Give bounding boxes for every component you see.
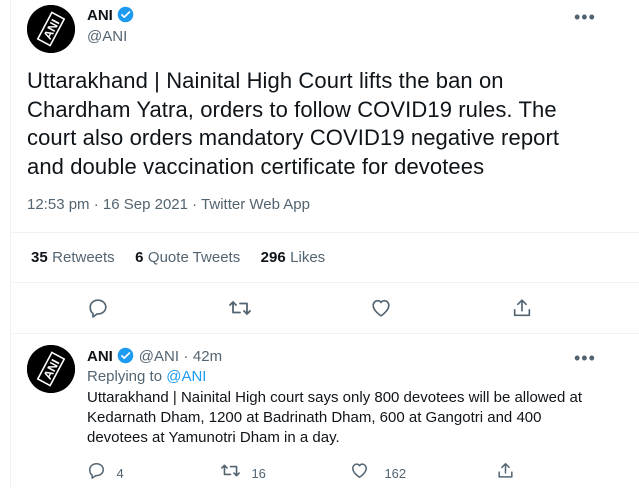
reply-text: Uttarakhand | Nainital High court says o… [87,388,627,448]
tweet-text-line: court also orders mandatory COVID19 nega… [27,125,560,150]
share-icon[interactable] [496,461,515,485]
author-handle[interactable]: @ANI [87,28,127,45]
share-icon[interactable] [511,297,533,324]
divider [11,282,639,283]
divider [11,333,639,334]
like-action[interactable]: 162 [350,461,406,485]
author-line: ANI [87,6,134,28]
tweet-stats: 35 Retweets 6 Quote Tweets 296 Likes [31,249,325,267]
author-avatar[interactable]: ANI [27,5,75,53]
like-count: 162 [384,465,407,481]
tweet-source[interactable]: Twitter Web App [201,196,310,213]
verified-badge-icon [117,347,134,369]
quote-tweets-count: 6 [135,249,144,266]
likes-count: 296 [260,249,286,266]
replying-to: Replying to @ANI [87,367,206,387]
tweet-thread: ANI ANI @ANI ••• Uttarakhand | Nainital … [10,0,639,488]
quote-tweets-stat[interactable]: 6 Quote Tweets [135,249,245,266]
retweet-count: 16 [251,465,266,481]
reply-more-icon[interactable]: ••• [574,349,596,367]
tweet-text: Uttarakhand | Nainital High Court lifts … [27,67,627,181]
reply-action[interactable]: 4 [87,461,124,485]
tweet-time[interactable]: 12:53 pm [27,196,90,213]
tweet-text-line: Uttarakhand | Nainital High Court lifts … [27,68,504,93]
replying-to-label: Replying to [87,368,163,385]
reply-text-line: devotees at Yamunotri Dham in a day. [87,429,340,446]
reply-dot: · [183,348,189,365]
reply-text-line: Uttarakhand | Nainital High court says o… [87,389,582,406]
likes-stat[interactable]: 296 Likes [261,249,326,266]
retweets-label: Retweets [52,249,115,266]
more-icon[interactable]: ••• [574,8,596,26]
retweet-action[interactable]: 16 [220,461,266,485]
quote-tweets-label: Quote Tweets [147,249,241,266]
reply-author-name[interactable]: ANI [87,348,113,365]
reply-age[interactable]: 42m [193,348,222,365]
retweets-count: 35 [31,249,48,266]
tweet-text-line: Chardham Yatra, orders to follow COVID19… [27,96,557,122]
likes-label: Likes [290,249,326,266]
divider [11,232,639,233]
retweet-icon [220,461,241,485]
replying-to-handle[interactable]: @ANI [166,368,206,385]
like-icon[interactable] [370,297,392,324]
meta-separator: · [93,196,99,213]
retweet-icon[interactable] [228,297,252,324]
tweet-date[interactable]: 16 Sep 2021 [103,196,188,213]
reply-icon[interactable] [87,297,109,324]
author-name[interactable]: ANI [87,7,113,24]
reply-author-avatar[interactable]: ANI [27,345,75,393]
reply-count: 4 [116,465,124,481]
reply-author-handle[interactable]: @ANI [139,348,179,365]
reply-text-line: Kedarnath Dham, 1200 at Badrinath Dham, … [87,409,542,426]
reply-icon [87,461,106,485]
like-icon [350,461,369,485]
tweet-meta: 12:53 pm · 16 Sep 2021 · Twitter Web App [27,196,310,213]
tweet-text-line: and double vaccination certificate for d… [27,153,485,179]
meta-separator: · [192,196,198,213]
verified-badge-icon [117,6,134,28]
reply-author-line: ANI @ANI · 42m [87,347,222,369]
retweets-stat[interactable]: 35 Retweets [31,249,119,266]
